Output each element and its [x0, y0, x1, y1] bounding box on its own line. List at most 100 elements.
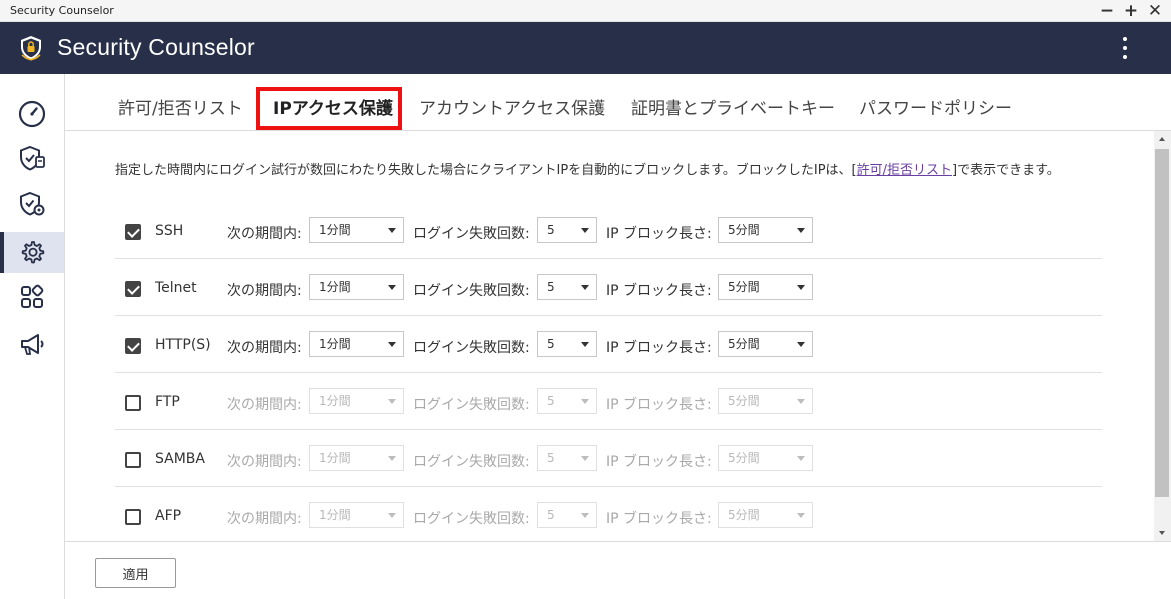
sidebar-item-apps[interactable]	[0, 276, 64, 317]
kebab-menu-icon[interactable]	[1115, 37, 1135, 59]
shield-scan-icon	[20, 145, 45, 171]
period-select[interactable]: 1分間	[309, 445, 404, 471]
chevron-down-icon	[797, 285, 805, 290]
scroll-down-arrow-icon[interactable]	[1159, 531, 1165, 535]
period-select[interactable]: 1分間	[309, 274, 404, 300]
period-select[interactable]: 1分間	[309, 388, 404, 414]
main-content: 指定した時間内にログイン試行が数回にわたり失敗した場合にクライアントIPを自動的…	[65, 131, 1154, 541]
chevron-down-icon	[581, 456, 589, 461]
tab-allow-deny-list[interactable]: 許可/拒否リスト	[118, 94, 243, 119]
chevron-down-icon	[581, 513, 589, 518]
sidebar-item-security-settings[interactable]	[0, 184, 64, 225]
protocol-checkbox[interactable]	[125, 338, 141, 354]
window-controls: − + ✕	[1097, 2, 1165, 20]
period-label: 次の期間内:	[227, 511, 302, 527]
chevron-down-icon	[797, 342, 805, 347]
chevron-down-icon	[388, 285, 396, 290]
block-length-select[interactable]: 5分間	[718, 274, 813, 300]
protocol-label: Telnet	[155, 280, 197, 296]
period-label: 次の期間内:	[227, 226, 302, 242]
protocol-label: SAMBA	[155, 451, 205, 467]
block-length-select[interactable]: 5分間	[718, 445, 813, 471]
protocol-row: HTTP(S) 次の期間内: 1分間 ログイン失敗回数: 5 IP ブロック長さ: 5分間	[115, 316, 1102, 373]
chevron-down-icon	[388, 342, 396, 347]
failures-label: ログイン失敗回数:	[413, 454, 530, 470]
failures-select[interactable]: 5	[537, 331, 597, 357]
period-select[interactable]: 1分間	[309, 217, 404, 243]
failures-label: ログイン失敗回数:	[413, 283, 530, 299]
scroll-up-arrow-icon[interactable]	[1159, 137, 1165, 141]
dashboard-gauge-icon	[18, 100, 46, 127]
chevron-down-icon	[388, 513, 396, 518]
block-length-select[interactable]: 5分間	[718, 388, 813, 414]
protocol-checkbox[interactable]	[125, 395, 141, 411]
allow-deny-list-link[interactable]: 許可/拒否リスト	[857, 163, 952, 178]
maximize-button[interactable]: +	[1121, 2, 1141, 20]
protocol-row: SAMBA 次の期間内: 1分間 ログイン失敗回数: 5 IP ブロック長さ: 5分間	[115, 430, 1102, 487]
tab-certificates[interactable]: 証明書とプライベートキー	[631, 94, 835, 119]
block-length-select[interactable]: 5分間	[718, 217, 813, 243]
close-button[interactable]: ✕	[1145, 2, 1165, 20]
description-text: 指定した時間内にログイン試行が数回にわたり失敗した場合にクライアントIPを自動的…	[115, 163, 1060, 178]
failures-label: ログイン失敗回数:	[413, 340, 530, 356]
window-title: Security Counselor	[10, 4, 114, 17]
protocol-checkbox[interactable]	[125, 452, 141, 468]
protocol-row: SSH 次の期間内: 1分間 ログイン失敗回数: 5 IP ブロック長さ: 5分間	[115, 202, 1102, 259]
failures-label: ログイン失敗回数:	[413, 397, 530, 413]
sidebar-item-announcements[interactable]	[0, 323, 64, 364]
protocol-row: FTP 次の期間内: 1分間 ログイン失敗回数: 5 IP ブロック長さ: 5分間	[115, 373, 1102, 430]
shield-lock-icon	[21, 36, 41, 61]
block-length-label: IP ブロック長さ:	[606, 340, 712, 356]
footer: 適用	[65, 541, 1171, 599]
chevron-down-icon	[581, 228, 589, 233]
protocol-row: AFP 次の期間内: 1分間 ログイン失敗回数: 5 IP ブロック長さ: 5分間	[115, 487, 1102, 541]
failures-select[interactable]: 5	[537, 217, 597, 243]
sidebar-item-settings[interactable]	[0, 232, 64, 273]
protocol-label: SSH	[155, 223, 184, 239]
chevron-down-icon	[581, 285, 589, 290]
failures-select[interactable]: 5	[537, 445, 597, 471]
scroll-thumb[interactable]	[1155, 149, 1169, 497]
block-length-label: IP ブロック長さ:	[606, 397, 712, 413]
block-length-select[interactable]: 5分間	[718, 502, 813, 528]
app-title: Security Counselor	[57, 34, 255, 60]
failures-label: ログイン失敗回数:	[413, 226, 530, 242]
protocol-label: FTP	[155, 394, 180, 410]
block-length-label: IP ブロック長さ:	[606, 283, 712, 299]
block-length-label: IP ブロック長さ:	[606, 454, 712, 470]
period-select[interactable]: 1分間	[309, 331, 404, 357]
block-length-label: IP ブロック長さ:	[606, 511, 712, 527]
chevron-down-icon	[797, 456, 805, 461]
protocol-checkbox[interactable]	[125, 224, 141, 240]
megaphone-icon	[21, 333, 44, 355]
sidebar	[0, 74, 65, 599]
protocol-row: Telnet 次の期間内: 1分間 ログイン失敗回数: 5 IP ブロック長さ: 5分間	[115, 259, 1102, 316]
gear-icon	[21, 240, 45, 263]
apply-button[interactable]: 適用	[95, 558, 176, 588]
chevron-down-icon	[797, 228, 805, 233]
tab-account-access-protection[interactable]: アカウントアクセス保護	[419, 94, 605, 119]
block-length-select[interactable]: 5分間	[718, 331, 813, 357]
sidebar-item-security-scan[interactable]	[0, 138, 64, 179]
period-label: 次の期間内:	[227, 283, 302, 299]
protocol-checkbox[interactable]	[125, 509, 141, 525]
tab-password-policy[interactable]: パスワードポリシー	[859, 94, 1012, 119]
period-select[interactable]: 1分間	[309, 502, 404, 528]
vertical-scrollbar[interactable]	[1154, 131, 1171, 541]
failures-select[interactable]: 5	[537, 274, 597, 300]
chevron-down-icon	[797, 513, 805, 518]
failures-select[interactable]: 5	[537, 502, 597, 528]
protocol-label: HTTP(S)	[155, 337, 211, 353]
os-title-bar: Security Counselor − + ✕	[0, 0, 1171, 22]
chevron-down-icon	[581, 399, 589, 404]
block-length-label: IP ブロック長さ:	[606, 226, 712, 242]
chevron-down-icon	[388, 228, 396, 233]
chevron-down-icon	[797, 399, 805, 404]
protocol-checkbox[interactable]	[125, 281, 141, 297]
chevron-down-icon	[388, 399, 396, 404]
minimize-button[interactable]: −	[1097, 2, 1117, 20]
period-label: 次の期間内:	[227, 454, 302, 470]
failures-select[interactable]: 5	[537, 388, 597, 414]
period-label: 次の期間内:	[227, 397, 302, 413]
sidebar-item-dashboard[interactable]	[0, 93, 64, 134]
